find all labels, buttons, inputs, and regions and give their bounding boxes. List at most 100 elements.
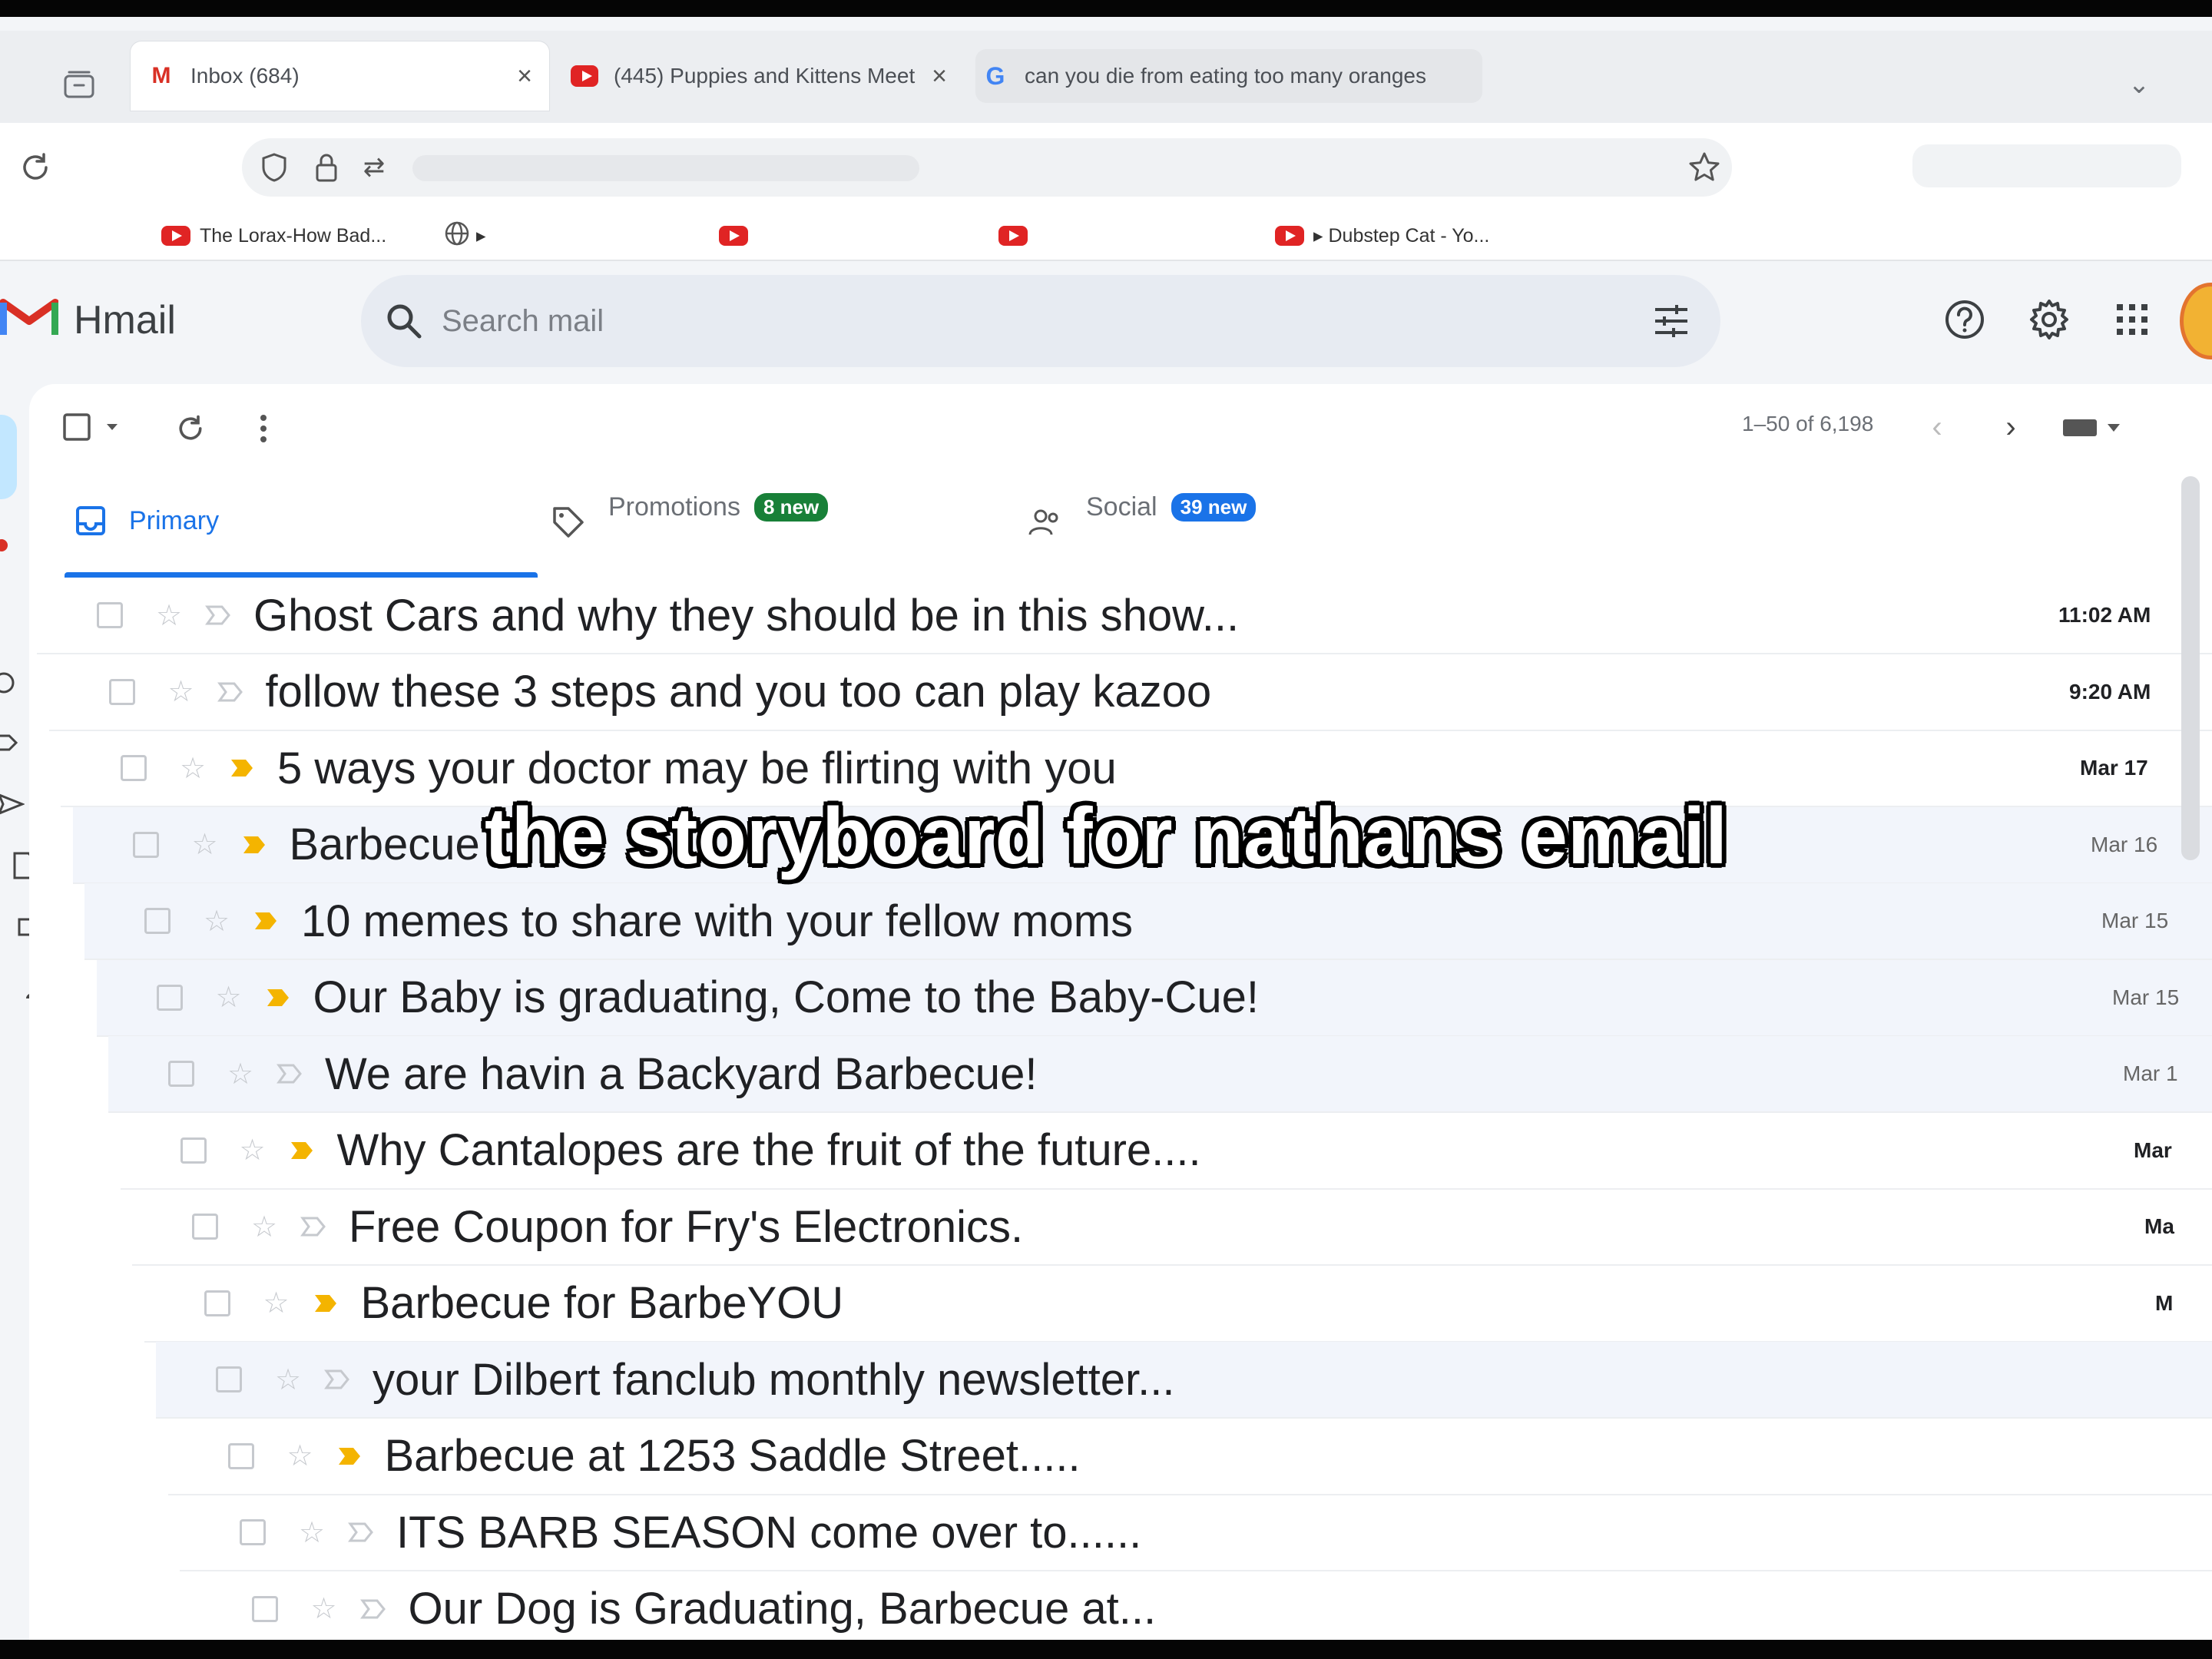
star-icon[interactable]: ☆	[285, 1439, 316, 1473]
email-date: 9:20 AM	[2069, 679, 2151, 704]
bookmark-folder[interactable]: ▸	[444, 220, 486, 251]
avatar[interactable]	[2180, 283, 2212, 359]
row-checkbox[interactable]	[180, 1137, 207, 1164]
next-page-icon[interactable]: ›	[1997, 410, 2025, 444]
permissions-icon[interactable]: ⇄	[357, 151, 391, 184]
shield-icon[interactable]	[257, 151, 291, 184]
clock-icon[interactable]	[0, 670, 17, 696]
mail-logo[interactable]: Hmail	[0, 293, 176, 347]
row-checkbox[interactable]	[240, 1519, 266, 1545]
star-icon[interactable]: ☆	[273, 1363, 303, 1397]
active-tab-indicator	[65, 572, 538, 578]
star-icon[interactable]: ☆	[261, 1286, 292, 1320]
important-marker-icon[interactable]	[298, 1211, 329, 1242]
row-checkbox[interactable]	[108, 678, 135, 705]
important-marker-icon[interactable]	[263, 982, 293, 1013]
settings-gear-icon[interactable]	[2026, 296, 2072, 343]
important-marker-icon[interactable]	[358, 1594, 389, 1624]
important-marker-icon[interactable]	[346, 1517, 376, 1548]
star-icon[interactable]: ☆	[309, 1591, 339, 1626]
star-icon[interactable]: ☆	[296, 1515, 327, 1550]
bookmark-youtube-1[interactable]	[719, 220, 757, 251]
bookmark-youtube-2[interactable]	[998, 220, 1037, 251]
row-checkbox[interactable]	[251, 1595, 278, 1622]
input-tools-icon[interactable]	[2061, 415, 2120, 441]
tab-promotions[interactable]: Promotions 8 new	[551, 469, 829, 545]
chevron-down-icon[interactable]: ⌄	[2120, 69, 2158, 100]
email-row[interactable]: ☆ ITS BARB SEASON come over to......	[180, 1495, 2212, 1571]
label-icon[interactable]	[0, 730, 20, 756]
email-row[interactable]: ☆ We are havin a Backyard Barbecue! Mar 1	[108, 1036, 2212, 1113]
row-checkbox[interactable]	[97, 602, 123, 628]
email-row[interactable]: ☆ Barbecue at 1253 Saddle Street.....	[167, 1419, 2212, 1495]
bookmark-lorax[interactable]: The Lorax-How Bad...	[161, 220, 386, 251]
important-marker-icon[interactable]	[334, 1441, 365, 1472]
search-icon[interactable]	[381, 298, 427, 344]
important-marker-icon[interactable]	[227, 753, 257, 783]
help-icon[interactable]	[1942, 296, 1988, 343]
address-bar[interactable]: ⇄	[242, 138, 1732, 197]
search-bar[interactable]	[361, 275, 1720, 367]
email-row[interactable]: ☆ Free Coupon for Fry's Electronics. Ma	[132, 1189, 2212, 1266]
refresh-icon[interactable]	[174, 412, 207, 445]
globe-icon	[444, 220, 470, 252]
email-row[interactable]: ☆ Our Dog is Graduating, Barbecue at...	[191, 1571, 2212, 1648]
important-marker-icon[interactable]	[215, 677, 246, 707]
row-checkbox[interactable]	[156, 984, 183, 1011]
star-icon[interactable]: ☆	[225, 1057, 256, 1091]
email-row[interactable]: ☆ Why Cantalopes are the fruit of the fut…	[120, 1113, 2212, 1190]
email-row[interactable]: ☆ 10 memes to share with your fellow moms…	[84, 883, 2212, 960]
select-all-checkbox[interactable]	[61, 412, 92, 442]
email-subject: Barbecue for BarbeYOU	[360, 1278, 844, 1328]
important-marker-icon[interactable]	[203, 600, 233, 631]
email-row[interactable]: ☆ your Dilbert fanclub monthly newsletter…	[156, 1342, 2212, 1419]
prev-page-icon[interactable]: ‹	[1923, 410, 1951, 444]
apps-grid-icon[interactable]	[2109, 296, 2155, 343]
star-icon[interactable]: ☆	[177, 751, 208, 786]
more-options-icon[interactable]	[252, 412, 275, 445]
search-options-icon[interactable]	[1648, 298, 1694, 344]
row-checkbox[interactable]	[216, 1366, 242, 1392]
tab-google-search[interactable]: G can you die from eating too many orang…	[975, 49, 1482, 103]
list-toolbar: 1–50 of 6,198 ‹ ›	[29, 384, 2212, 469]
important-marker-icon[interactable]	[310, 1288, 341, 1319]
search-input[interactable]	[442, 298, 1594, 344]
bookmark-star-icon[interactable]	[1686, 149, 1723, 186]
important-marker-icon[interactable]	[274, 1058, 305, 1089]
email-row[interactable]: ☆ follow these 3 steps and you too can pl…	[48, 654, 2212, 731]
important-marker-icon[interactable]	[250, 906, 281, 936]
tab-primary[interactable]: Primary	[75, 482, 219, 559]
bookmark-dubstep-cat[interactable]: ▸ Dubstep Cat - Yo...	[1275, 220, 1489, 251]
email-row[interactable]: ☆ Our Baby is graduating, Come to the Bab…	[96, 959, 2212, 1037]
close-tab-icon[interactable]: ×	[517, 61, 532, 91]
star-icon[interactable]: ☆	[166, 674, 197, 709]
email-row[interactable]: ☆ Barbecue for BarbeYOU M	[144, 1266, 2212, 1343]
close-tab-icon[interactable]: ×	[932, 61, 947, 91]
lock-icon[interactable]	[310, 151, 343, 184]
row-checkbox[interactable]	[204, 1290, 230, 1316]
compose-button[interactable]	[0, 415, 17, 499]
star-icon[interactable]: ☆	[249, 1210, 280, 1244]
important-marker-icon[interactable]	[286, 1135, 317, 1166]
row-checkbox[interactable]	[227, 1442, 254, 1469]
tab-youtube-video[interactable]: (445) Puppies and Kittens Meet ×	[557, 41, 956, 111]
reload-icon[interactable]	[15, 147, 55, 187]
star-icon[interactable]: ☆	[154, 598, 184, 633]
tab-label: Inbox (684)	[190, 64, 300, 88]
star-icon[interactable]: ☆	[237, 1133, 268, 1167]
url-text-blurred	[412, 155, 919, 181]
important-marker-icon[interactable]	[322, 1364, 353, 1395]
row-checkbox[interactable]	[121, 755, 147, 781]
email-row[interactable]: ☆ Ghost Cars and why they should be in th…	[37, 578, 2212, 654]
row-checkbox[interactable]	[168, 1061, 194, 1087]
tab-inbox[interactable]: M Inbox (684) ×	[131, 41, 549, 111]
tab-overview-icon[interactable]	[60, 68, 98, 101]
star-icon[interactable]: ☆	[214, 980, 244, 1015]
star-icon[interactable]: ☆	[201, 904, 232, 939]
row-checkbox[interactable]	[144, 908, 171, 934]
screen: M Inbox (684) × (445) Puppies and Kitten…	[0, 0, 2212, 1659]
email-date: Mar	[2134, 1137, 2172, 1162]
row-checkbox[interactable]	[192, 1214, 218, 1240]
select-dropdown-icon[interactable]	[103, 418, 121, 436]
tab-social[interactable]: Social 39 new	[1028, 469, 1257, 545]
